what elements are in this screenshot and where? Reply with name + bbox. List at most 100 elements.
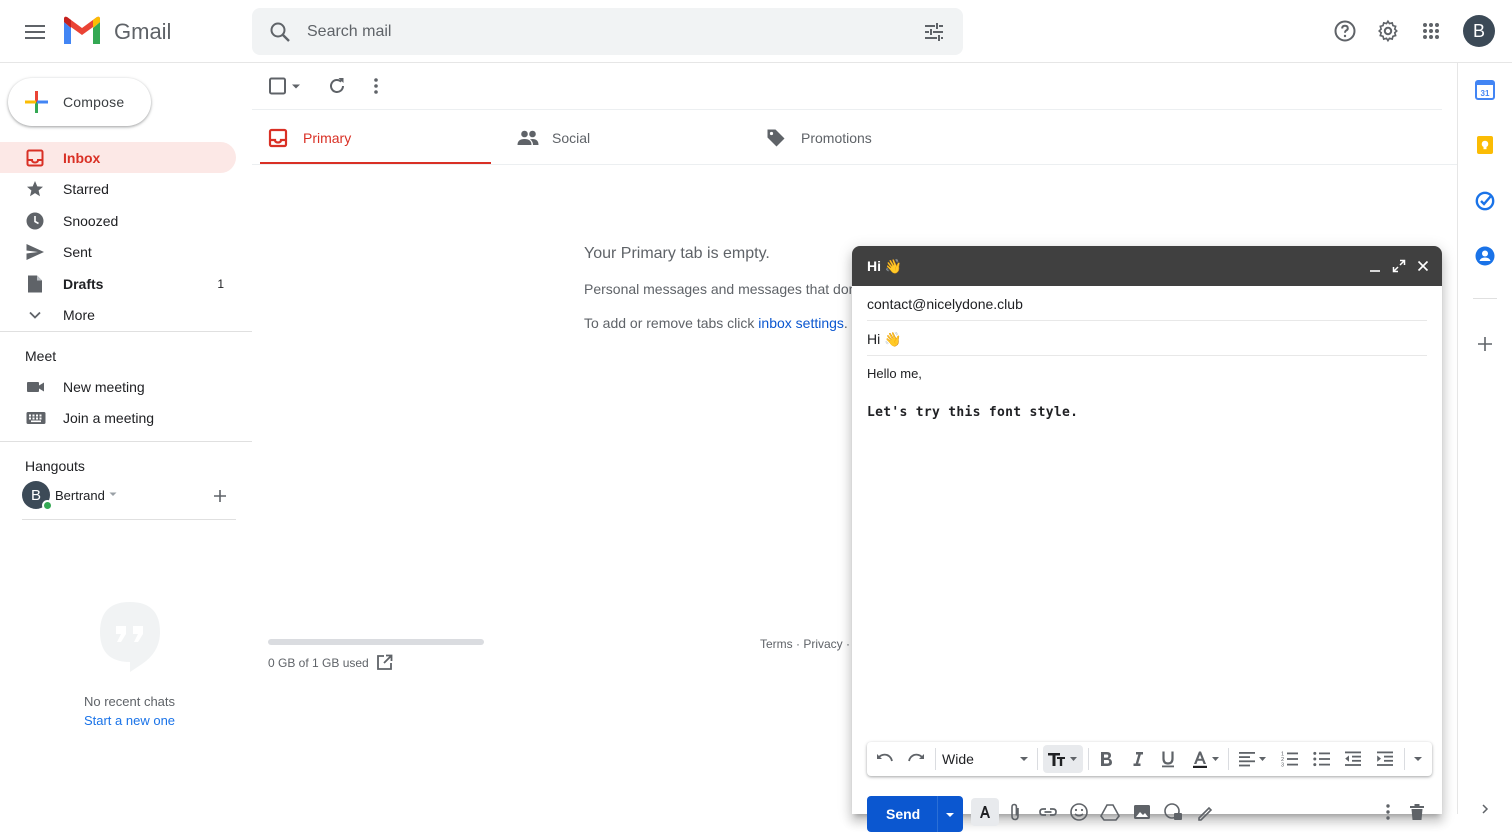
photo-icon[interactable] [1132, 802, 1152, 822]
menu-icon[interactable] [22, 20, 48, 44]
more-formatting-icon[interactable] [1412, 754, 1424, 774]
send-options-icon[interactable] [944, 810, 956, 820]
refresh-icon[interactable] [326, 74, 348, 98]
bold-icon[interactable] [1096, 749, 1116, 769]
contacts-icon[interactable] [1474, 245, 1496, 267]
inbox-icon [26, 149, 44, 167]
toolbar-divider [252, 109, 1442, 110]
compose-label: Compose [63, 94, 125, 110]
indent-more-icon[interactable] [1375, 749, 1395, 769]
chevron-down-icon [26, 306, 44, 324]
formatting-options-icon[interactable] [971, 798, 999, 826]
search-bar[interactable] [252, 8, 963, 55]
send-button[interactable]: Send [867, 796, 963, 832]
tune-icon[interactable] [922, 20, 946, 44]
close-icon[interactable] [1415, 258, 1431, 274]
sidebar-item-label: Snoozed [63, 213, 119, 229]
compose-window: Hi 👋 contact@nicelydone.club Hi 👋 Hello … [852, 246, 1442, 832]
add-chat-icon[interactable] [212, 488, 228, 504]
tab-label: Promotions [801, 130, 872, 146]
compose-title: Hi 👋 [867, 258, 903, 274]
minimize-icon[interactable] [1367, 258, 1383, 274]
tab-primary[interactable]: Primary [260, 111, 491, 165]
side-panel-divider [1473, 298, 1497, 299]
tab-promotions[interactable]: Promotions [758, 111, 989, 165]
new-meeting-label: New meeting [63, 379, 145, 395]
empty-hint-prefix: To add or remove tabs click [584, 315, 759, 331]
undo-icon[interactable] [875, 749, 895, 769]
chevron-right-icon[interactable] [1480, 804, 1490, 814]
formatting-toolbar: Wide 123 [867, 742, 1432, 776]
plus-icon [24, 90, 48, 114]
sidebar-item-more[interactable]: More [0, 299, 236, 330]
account-avatar[interactable]: B [1463, 15, 1495, 47]
sidebar-item-sent[interactable]: Sent [0, 236, 236, 267]
sidebar-item-label: Inbox [63, 150, 101, 166]
search-icon[interactable] [268, 20, 292, 44]
sidebar-divider [0, 331, 252, 332]
emoji-icon[interactable] [1069, 802, 1089, 822]
open-in-new-icon[interactable] [376, 654, 393, 671]
sidebar-item-starred[interactable]: Starred [0, 173, 236, 204]
sidebar-item-inbox[interactable]: Inbox [0, 142, 236, 173]
expand-icon[interactable] [1391, 258, 1407, 274]
numbered-list-icon[interactable]: 123 [1280, 749, 1300, 769]
empty-hint-suffix: . [843, 315, 848, 331]
start-new-chat-link[interactable]: Start a new one [0, 713, 259, 728]
bulleted-list-icon[interactable] [1312, 749, 1332, 769]
keep-icon[interactable] [1474, 134, 1496, 156]
select-checkbox[interactable] [268, 74, 304, 98]
gear-icon[interactable] [1373, 16, 1403, 46]
inbox-settings-link[interactable]: inbox settings [758, 315, 844, 331]
confidential-icon[interactable] [1163, 802, 1183, 822]
more-options-icon[interactable] [1378, 802, 1398, 822]
delete-icon[interactable] [1407, 802, 1427, 822]
compose-header[interactable]: Hi 👋 [852, 246, 1442, 286]
gmail-logo[interactable] [62, 16, 102, 46]
caret-down-icon[interactable] [108, 489, 118, 499]
tab-social[interactable]: Social [509, 111, 740, 165]
online-status-dot [42, 500, 53, 511]
hangouts-divider [22, 519, 236, 520]
sidebar-item-label: Starred [63, 181, 109, 197]
svg-text:3: 3 [1281, 763, 1284, 769]
attach-icon[interactable] [1005, 802, 1025, 822]
toolbar-separator [1228, 748, 1229, 770]
drive-icon[interactable] [1100, 802, 1120, 822]
hangouts-user-name[interactable]: Bertrand [55, 488, 105, 503]
italic-icon[interactable] [1128, 749, 1148, 769]
signature-icon[interactable] [1195, 802, 1215, 822]
more-vert-icon[interactable] [366, 74, 386, 98]
search-input[interactable] [307, 18, 907, 46]
font-dropdown-icon[interactable] [1019, 754, 1029, 774]
clock-icon [26, 212, 44, 230]
footer-links[interactable]: Terms · Privacy · [760, 637, 850, 651]
font-family-select[interactable]: Wide [942, 751, 974, 767]
apps-icon[interactable] [1416, 16, 1446, 46]
font-size-icon[interactable] [1043, 745, 1083, 773]
underline-icon[interactable] [1158, 749, 1178, 769]
align-icon[interactable] [1237, 749, 1269, 769]
star-icon [26, 180, 44, 198]
join-meeting-item[interactable]: Join a meeting [0, 402, 236, 433]
text-color-icon[interactable] [1190, 749, 1222, 769]
top-bar: Gmail B [0, 0, 1512, 63]
sidebar-item-drafts[interactable]: Drafts 1 [0, 268, 236, 299]
meet-title: Meet [25, 348, 57, 364]
subject-value: Hi 👋 [867, 331, 902, 347]
add-addon-icon[interactable] [1474, 333, 1496, 355]
to-field[interactable]: contact@nicelydone.club [867, 286, 1427, 321]
hangouts-title: Hangouts [25, 458, 85, 474]
new-meeting-item[interactable]: New meeting [0, 371, 236, 402]
message-body[interactable]: Hello me, Let's try this font style. [867, 366, 1427, 420]
calendar-icon[interactable]: 31 [1474, 79, 1496, 101]
indent-less-icon[interactable] [1343, 749, 1363, 769]
drafts-count: 1 [217, 277, 224, 291]
tasks-icon[interactable] [1474, 190, 1496, 212]
help-icon[interactable] [1330, 16, 1360, 46]
redo-icon[interactable] [906, 749, 926, 769]
sidebar-item-snoozed[interactable]: Snoozed [0, 205, 236, 236]
link-icon[interactable] [1038, 802, 1058, 822]
subject-field[interactable]: Hi 👋 [867, 321, 1427, 356]
compose-button[interactable]: Compose [8, 78, 151, 126]
